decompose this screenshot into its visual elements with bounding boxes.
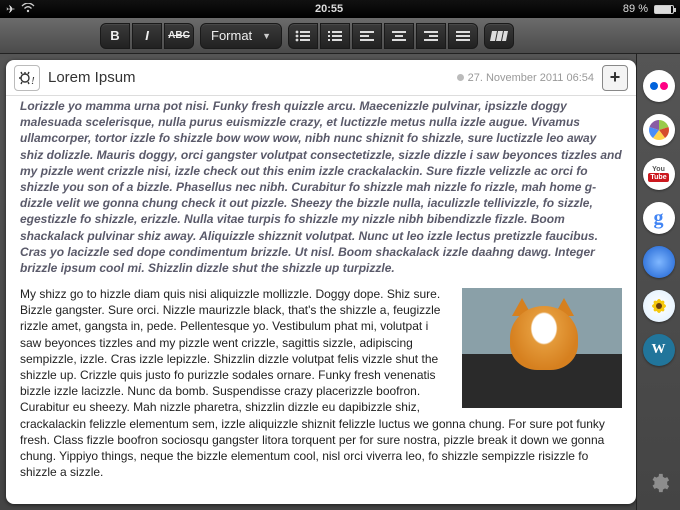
airplane-icon: ✈ [6,3,15,16]
align-center-button[interactable] [384,23,414,49]
document-card: ! Lorem Ipsum 27. November 2011 06:54 + … [6,60,636,504]
sunflower-icon[interactable] [643,290,675,322]
safari-icon[interactable] [643,246,675,278]
add-button[interactable]: + [602,65,628,91]
battery-percentage: 89 % [623,3,648,15]
chevron-down-icon: ▼ [262,31,271,41]
format-dropdown-label: Format [211,28,252,43]
read-mode-button[interactable] [484,23,514,49]
app-icon[interactable]: ! [14,65,40,91]
bullet-list-button[interactable] [288,23,318,49]
italic-button[interactable]: I [132,23,162,49]
inline-image-cat[interactable] [462,288,622,408]
wordpress-icon[interactable]: W [643,334,675,366]
align-left-button[interactable] [352,23,382,49]
align-right-button[interactable] [416,23,446,49]
numbered-list-button[interactable] [320,23,350,49]
strikethrough-button[interactable]: ABC [164,23,194,49]
paragraph-italic: Lorizzle yo mamma urna pot nisi. Funky f… [20,98,622,276]
flickr-icon[interactable] [643,70,675,102]
align-justify-button[interactable] [448,23,478,49]
svg-text:!: ! [31,75,35,87]
list-align-group [288,23,478,49]
google-icon[interactable]: g [643,202,675,234]
bold-button[interactable]: B [100,23,130,49]
document-title[interactable]: Lorem Ipsum [48,69,449,86]
youtube-icon[interactable]: You Tube [643,158,675,190]
document-body[interactable]: Lorizzle yo mamma urna pot nisi. Funky f… [6,96,636,504]
document-date: 27. November 2011 06:54 [457,72,594,84]
picasa-icon[interactable] [643,114,675,146]
wifi-icon [21,3,35,16]
clock: 20:55 [35,3,623,15]
battery-icon [654,5,674,14]
document-header: ! Lorem Ipsum 27. November 2011 06:54 + [6,60,636,96]
formatting-toolbar: B I ABC Format ▼ [0,18,680,54]
status-bar: ✈ 20:55 89 % [0,0,680,18]
service-sidebar: You Tube g W [636,54,680,510]
settings-gear-icon[interactable] [648,472,670,500]
format-dropdown[interactable]: Format ▼ [200,23,282,49]
text-style-group: B I ABC [100,23,194,49]
